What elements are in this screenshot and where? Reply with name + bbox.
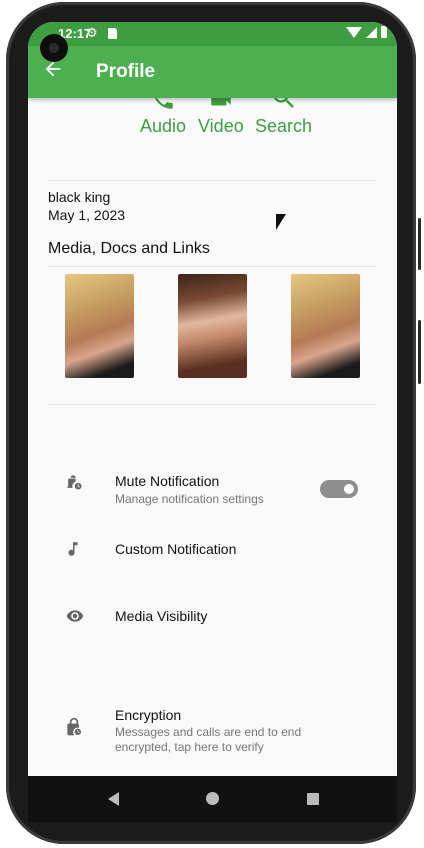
front-camera [40,34,68,62]
video-icon [198,96,244,116]
media-visibility-title: Media Visibility [115,608,208,624]
arrow-left-icon[interactable] [42,58,64,86]
audio-button[interactable]: Audio [140,96,186,137]
music-note-icon [64,539,82,564]
action-row: Audio Video Search [28,96,397,156]
mute-notification-subtitle: Manage notification settings [115,492,264,506]
encryption-title: Encryption [115,707,182,723]
custom-notification-title: Custom Notification [115,541,237,557]
search-icon [255,96,312,116]
status-icons [346,26,387,38]
profile-date: May 1, 2023 [48,207,126,223]
volume-button [418,320,421,384]
nav-back-icon[interactable] [108,792,119,806]
toggle-knob [344,484,354,494]
media-section-title[interactable]: Media, Docs and Links [48,240,210,258]
nav-home-icon[interactable] [206,792,219,805]
audio-label: Audio [140,116,187,136]
video-label: Video [198,116,244,136]
lock-icon [64,716,84,743]
status-bar: 12:17 ⚙ [28,22,397,46]
page-title: Profile [96,61,156,82]
screen: 12:17 ⚙ Profile Audio Video Search black… [28,22,397,776]
mute-toggle[interactable] [320,480,358,498]
app-bar: Profile [28,46,397,98]
bell-clock-icon [64,472,84,497]
power-button [418,218,421,270]
sd-card-icon [108,28,117,39]
wifi-icon [346,26,362,38]
phone-icon [140,96,186,116]
divider [48,266,376,267]
media-thumbnail[interactable] [178,274,247,378]
signal-icon [366,26,377,38]
custom-notification-row[interactable]: Custom Notification [28,538,397,568]
media-thumbnail[interactable] [291,274,360,378]
media-visibility-row[interactable]: Media Visibility [28,604,397,634]
mute-notification-title: Mute Notification [115,473,220,489]
gear-icon: ⚙ [86,25,98,40]
divider [48,404,376,405]
system-nav-bar [28,776,397,822]
encryption-row[interactable]: Encryption Messages and calls are end to… [28,706,397,756]
video-button[interactable]: Video [198,96,244,137]
profile-name: black king [48,189,111,205]
encryption-subtitle: Messages and calls are end to end encryp… [115,725,302,754]
nav-recents-icon[interactable] [307,793,319,805]
divider [48,180,376,181]
battery-icon [381,26,387,38]
media-thumbnail[interactable] [65,274,134,378]
search-button[interactable]: Search [255,96,312,137]
mouse-cursor [276,214,286,230]
eye-icon [64,607,86,630]
search-label: Search [255,116,313,136]
